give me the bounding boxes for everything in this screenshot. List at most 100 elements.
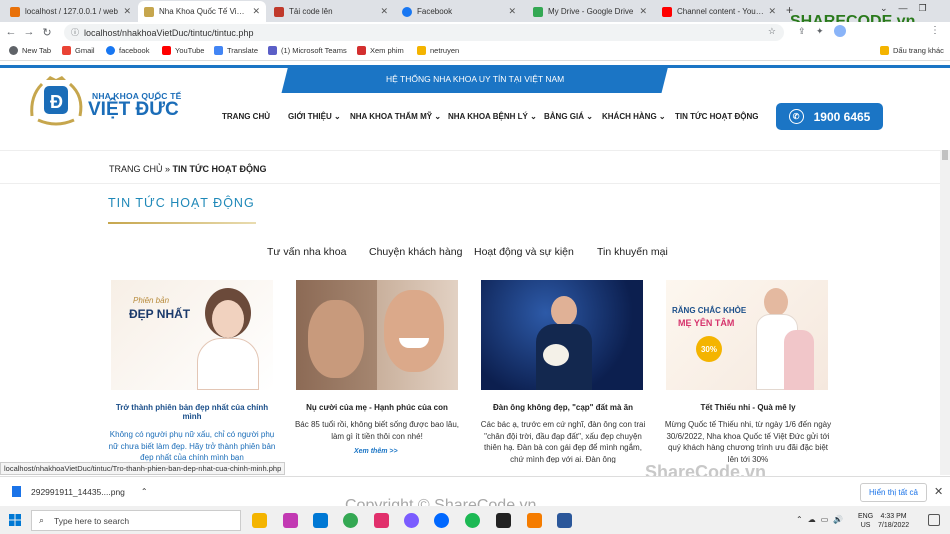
taskbar-search[interactable]: ⌕ Type here to search (31, 510, 241, 531)
extensions-icon[interactable]: ✦ (816, 26, 824, 37)
close-icon[interactable]: ✕ (934, 485, 943, 498)
vscode-icon[interactable] (313, 513, 328, 528)
bookmark-translate[interactable]: Translate (214, 46, 258, 55)
category-events[interactable]: Hoạt động và sự kiện (474, 246, 574, 258)
instagram-icon[interactable] (374, 513, 389, 528)
translate-icon (214, 46, 223, 55)
share-icon[interactable]: ⇪ (798, 26, 806, 37)
bookmark-xemphim[interactable]: Xem phim (357, 46, 404, 55)
bookmark-other[interactable]: Dấu trang khác (880, 46, 944, 55)
search-icon: ⌕ (39, 515, 45, 525)
tab-drive[interactable]: My Drive - Google Drive ✕ (527, 1, 653, 22)
hotline-button[interactable]: ✆ 1900 6465 (776, 103, 883, 130)
language-indicator[interactable]: ENG US (858, 512, 873, 530)
news-image-2[interactable] (296, 280, 458, 390)
woman-face (212, 300, 244, 338)
chevron-down-icon: ⌄ (658, 112, 666, 121)
zalo-icon[interactable] (434, 513, 449, 528)
image-file-icon (12, 486, 21, 497)
news-title-2[interactable]: Nụ cười của mẹ - Hạnh phúc của con (292, 403, 462, 412)
taskbar-clock[interactable]: 4:33 PM 7/18/2022 (878, 512, 909, 530)
messenger-icon[interactable] (404, 513, 419, 528)
folder-icon (880, 46, 889, 55)
spotify-icon[interactable] (465, 513, 480, 528)
store-icon[interactable] (283, 513, 298, 528)
category-customer-stories[interactable]: Chuyện khách hàng (369, 246, 462, 258)
info-icon[interactable]: ⓘ (71, 27, 79, 38)
close-icon[interactable]: ✕ (639, 6, 647, 17)
news-title-1[interactable]: Trở thành phiên bản đẹp nhất của chính m… (107, 403, 277, 421)
word-icon[interactable] (557, 513, 572, 528)
system-tray-icons[interactable]: ⌃☁▭🔊 (796, 515, 848, 524)
show-all-downloads-button[interactable]: Hiển thị tất cả (860, 483, 927, 502)
file-explorer-icon[interactable] (252, 513, 267, 528)
chevron-up-icon[interactable]: ⌃ (141, 487, 148, 496)
menu-customers[interactable]: KHÁCH HÀNG ⌄ (602, 112, 666, 121)
app-icon[interactable] (496, 513, 511, 528)
tab-youtube[interactable]: Channel content - YouTube ✕ (656, 1, 782, 22)
teams-icon (268, 46, 277, 55)
scrollbar-thumb[interactable] (942, 150, 948, 160)
windows-start-icon[interactable] (9, 514, 21, 526)
xampp-icon[interactable] (527, 513, 542, 528)
back-icon[interactable]: ← (4, 26, 18, 38)
news-title-4[interactable]: Tết Thiếu nhi - Quà mê ly (663, 403, 833, 412)
folder-icon (417, 46, 426, 55)
page-scrollbar[interactable] (940, 150, 950, 475)
news-image-4[interactable]: RĂNG CHẮC KHỎE MẸ YÊN TÂM 30% (666, 280, 828, 390)
tab-taicode[interactable]: Tải code lên ✕ (268, 1, 394, 22)
close-icon[interactable]: ✕ (252, 6, 260, 17)
tab-nhakhoa[interactable]: Nha Khoa Quốc Tế Việt Đức ✕ (138, 1, 266, 22)
forward-icon[interactable]: → (22, 26, 36, 38)
chevron-down-icon: ⌄ (434, 112, 442, 121)
breadcrumb: TRANG CHỦ » TIN TỨC HOẠT ĐỘNG (109, 164, 267, 174)
svg-text:Đ: Đ (50, 92, 63, 112)
read-more-link[interactable]: Xem thêm >> (354, 448, 398, 455)
menu-pricing[interactable]: BẢNG GIÁ ⌄ (544, 112, 593, 121)
sharecode-icon (274, 6, 284, 17)
reload-icon[interactable]: ↻ (40, 26, 54, 39)
bookmark-gmail[interactable]: Gmail (62, 46, 95, 55)
news-image-1[interactable]: Phiên bản ĐẸP NHẤT (111, 280, 273, 390)
close-icon[interactable]: ✕ (123, 6, 131, 17)
logo-line-2: VIỆT ĐỨC (88, 99, 179, 120)
divider (0, 183, 940, 184)
close-icon[interactable]: ✕ (768, 6, 776, 17)
menu-cosmetic[interactable]: NHA KHOA THẨM MỸ ⌄ (350, 112, 441, 121)
chevron-down-icon: ⌄ (586, 112, 593, 121)
news-title-3[interactable]: Đàn ông không đẹp, "cạp" đất mà ăn (478, 403, 648, 412)
chrome-icon[interactable] (343, 513, 358, 528)
breadcrumb-home[interactable]: TRANG CHỦ (109, 164, 163, 174)
tab-phpmyadmin[interactable]: localhost / 127.0.0.1 / web ✕ (4, 1, 137, 22)
category-promotions[interactable]: Tin khuyến mại (597, 246, 668, 258)
close-icon[interactable]: ✕ (508, 6, 516, 17)
close-icon[interactable]: ✕ (380, 6, 388, 17)
navigation-bar: ← → ↻ ⓘ localhost/nhakhoaVietDuc/tintuc/… (0, 22, 950, 42)
bookmark-facebook[interactable]: facebook (106, 46, 149, 55)
window-controls[interactable]: ⌄—❐ (880, 3, 938, 14)
menu-pathology[interactable]: NHA KHOA BỆNH LÝ ⌄ (448, 112, 537, 121)
bookmark-newtab[interactable]: New Tab (9, 46, 51, 55)
bookmark-teams[interactable]: (1) Microsoft Teams (268, 46, 347, 55)
address-bar[interactable]: ⓘ localhost/nhakhoaVietDuc/tintuc/tintuc… (64, 24, 784, 41)
notification-icon[interactable] (928, 514, 940, 526)
menu-news[interactable]: TIN TỨC HOẠT ĐỘNG (675, 112, 759, 121)
star-icon[interactable]: ☆ (768, 26, 776, 37)
category-consulting[interactable]: Tư vấn nha khoa (267, 246, 346, 258)
menu-dots-icon[interactable]: ⋮ (930, 25, 940, 36)
divider (0, 150, 940, 151)
site-favicon-icon (144, 6, 154, 17)
tab-facebook[interactable]: Facebook ✕ (396, 1, 522, 22)
menu-about[interactable]: GIỚI THIỆU ⌄ (288, 112, 341, 121)
news-image-3[interactable] (481, 280, 643, 390)
tab-label: My Drive - Google Drive (548, 7, 634, 16)
phpmyadmin-icon (10, 6, 20, 17)
bookmark-youtube[interactable]: YouTube (162, 46, 204, 55)
menu-home[interactable]: TRANG CHỦ (222, 112, 270, 121)
facebook-icon (402, 6, 412, 17)
gmail-icon (62, 46, 71, 55)
title-underline (108, 222, 256, 224)
download-item[interactable]: 292991911_14435....png ⌃ (12, 486, 148, 497)
bookmark-netruyen[interactable]: netruyen (417, 46, 459, 55)
profile-avatar[interactable] (834, 25, 846, 37)
